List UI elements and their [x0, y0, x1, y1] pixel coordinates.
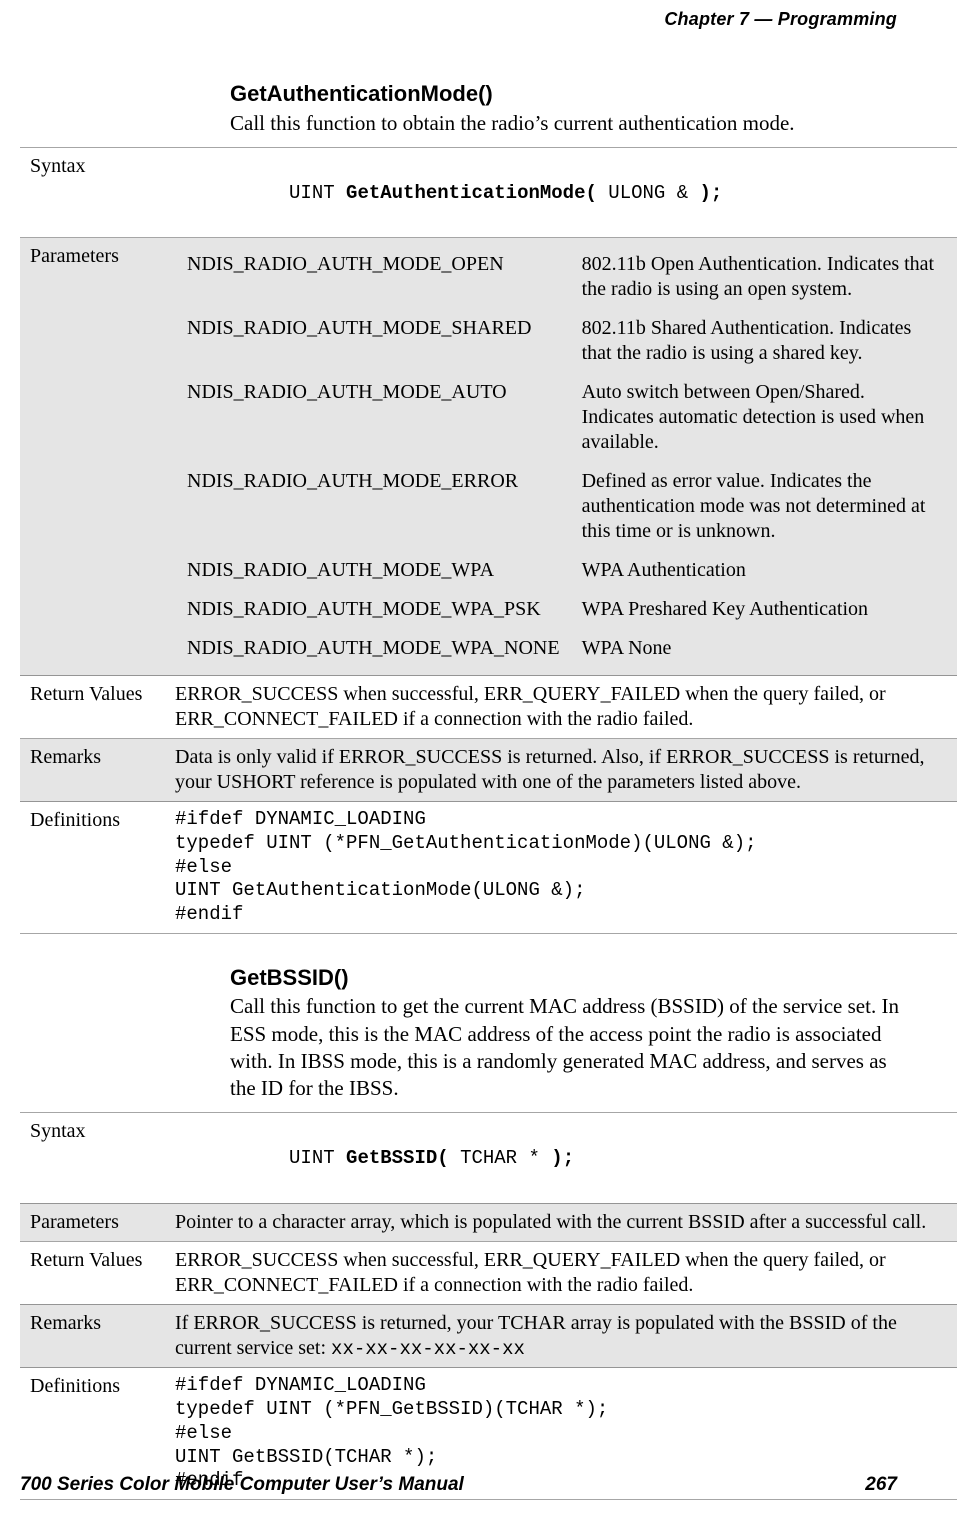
- footer-manual-title: 700 Series Color Mobile Computer User’s …: [20, 1473, 464, 1497]
- row-remarks: Remarks Data is only valid if ERROR_SUCC…: [20, 739, 957, 802]
- return-text: ERROR_SUCCESS when successful, ERR_QUERY…: [165, 1241, 957, 1304]
- param-name: NDIS_RADIO_AUTH_MODE_WPA: [177, 552, 570, 589]
- label-return: Return Values: [20, 676, 165, 739]
- param-desc: Auto switch between Open/Shared. Indicat…: [572, 374, 945, 461]
- label-parameters: Parameters: [20, 238, 165, 676]
- param-name: NDIS_RADIO_AUTH_MODE_WPA_NONE: [177, 630, 570, 667]
- row-return: Return Values ERROR_SUCCESS when success…: [20, 1241, 957, 1304]
- section-intro-getbssid: Call this function to get the current MA…: [230, 993, 917, 1102]
- param-name: NDIS_RADIO_AUTH_MODE_SHARED: [177, 310, 570, 372]
- section-title-getauth: GetAuthenticationMode(): [230, 80, 917, 108]
- page-footer: 700 Series Color Mobile Computer User’s …: [20, 1473, 897, 1497]
- row-syntax: Syntax UINT GetBSSID( TCHAR * );: [20, 1113, 957, 1203]
- content-area: GetAuthenticationMode() Call this functi…: [0, 0, 977, 1500]
- row-parameters: Parameters NDIS_RADIO_AUTH_MODE_OPEN802.…: [20, 238, 957, 676]
- syntax-code: UINT GetBSSID( TCHAR * );: [175, 1147, 574, 1195]
- param-desc: WPA Authentication: [572, 552, 945, 589]
- param-name: NDIS_RADIO_AUTH_MODE_OPEN: [177, 246, 570, 308]
- label-syntax: Syntax: [20, 147, 165, 237]
- row-remarks: Remarks If ERROR_SUCCESS is returned, yo…: [20, 1304, 957, 1368]
- param-name: NDIS_RADIO_AUTH_MODE_AUTO: [177, 374, 570, 461]
- page-number: 267: [865, 1473, 897, 1497]
- row-definitions: Definitions #ifdef DYNAMIC_LOADING typed…: [20, 802, 957, 934]
- definitions-code: #ifdef DYNAMIC_LOADING typedef UINT (*PF…: [175, 808, 947, 927]
- return-text: ERROR_SUCCESS when successful, ERR_QUERY…: [165, 676, 957, 739]
- remarks-text: If ERROR_SUCCESS is returned, your TCHAR…: [175, 1312, 897, 1359]
- remarks-code: xx-xx-xx-xx-xx-xx: [331, 1338, 525, 1360]
- row-parameters: Parameters Pointer to a character array,…: [20, 1203, 957, 1241]
- label-remarks: Remarks: [20, 739, 165, 802]
- param-desc: 802.11b Shared Authentication. Indicates…: [572, 310, 945, 372]
- param-desc: 802.11b Open Authentication. Indicates t…: [572, 246, 945, 308]
- label-parameters: Parameters: [20, 1203, 165, 1241]
- row-syntax: Syntax UINT GetAuthenticationMode( ULONG…: [20, 147, 957, 237]
- table-getbssid: Syntax UINT GetBSSID( TCHAR * ); Paramet…: [20, 1112, 957, 1500]
- remarks-text: Data is only valid if ERROR_SUCCESS is r…: [165, 739, 957, 802]
- page-header-chapter: Chapter 7 — Programming: [664, 8, 897, 31]
- param-desc: WPA Preshared Key Authentication: [572, 591, 945, 628]
- label-remarks: Remarks: [20, 1304, 165, 1368]
- param-name: NDIS_RADIO_AUTH_MODE_WPA_PSK: [177, 591, 570, 628]
- parameters-text: Pointer to a character array, which is p…: [165, 1203, 957, 1241]
- syntax-code: UINT GetAuthenticationMode( ULONG & );: [175, 182, 722, 230]
- row-return: Return Values ERROR_SUCCESS when success…: [20, 676, 957, 739]
- param-desc: WPA None: [572, 630, 945, 667]
- section-intro-getauth: Call this function to obtain the radio’s…: [230, 110, 917, 137]
- section-title-getbssid: GetBSSID(): [230, 964, 917, 992]
- param-desc: Defined as error value. Indicates the au…: [572, 463, 945, 550]
- table-getauth: Syntax UINT GetAuthenticationMode( ULONG…: [20, 147, 957, 934]
- params-list: NDIS_RADIO_AUTH_MODE_OPEN802.11b Open Au…: [175, 244, 947, 669]
- label-return: Return Values: [20, 1241, 165, 1304]
- label-definitions: Definitions: [20, 802, 165, 934]
- param-name: NDIS_RADIO_AUTH_MODE_ERROR: [177, 463, 570, 550]
- label-syntax: Syntax: [20, 1113, 165, 1203]
